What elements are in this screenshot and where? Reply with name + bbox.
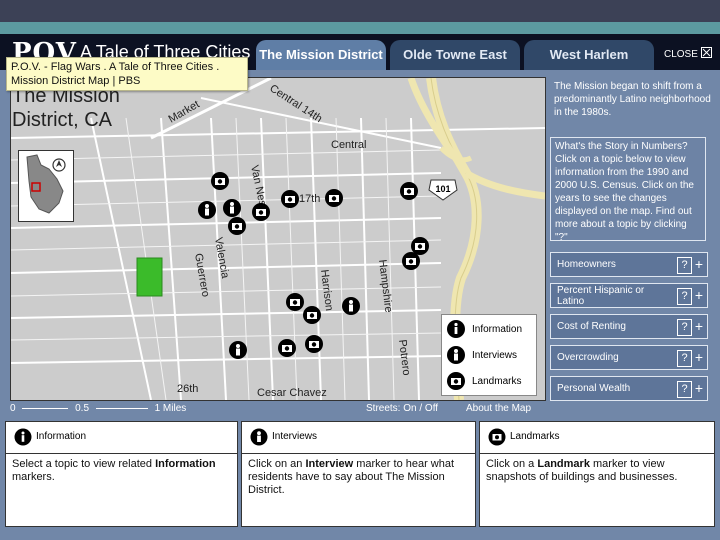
info-icon <box>14 428 32 446</box>
camera-icon[interactable] <box>411 237 429 255</box>
close-label: CLOSE <box>664 49 698 60</box>
topic-label: Homeowners <box>557 259 616 270</box>
camera-icon[interactable] <box>281 190 299 208</box>
browser-tooltip: P.O.V. - Flag Wars . A Tale of Three Cit… <box>6 57 248 91</box>
street-label-cesar-chavez: Cesar Chavez <box>257 387 327 399</box>
person-icon <box>447 346 465 364</box>
map-scale-bar: 0 0.5 1 Miles <box>10 403 186 414</box>
tab-west-harlem[interactable]: West Harlem <box>524 40 654 70</box>
browser-top-bar <box>0 0 720 22</box>
panel-interviews: Interviews Click on an Interview marker … <box>241 421 476 527</box>
person-icon[interactable] <box>342 297 360 315</box>
help-button[interactable]: ? <box>677 350 692 367</box>
close-button[interactable]: CLOSE <box>664 46 714 62</box>
street-label-harrison: Harrison <box>318 269 335 312</box>
camera-icon <box>447 372 465 390</box>
camera-icon[interactable] <box>228 217 246 235</box>
streets-toggle[interactable]: Streets: On / Off <box>366 403 438 414</box>
camera-icon[interactable] <box>400 182 418 200</box>
topic-label: Percent Hispanic or Latino <box>557 285 645 307</box>
panel-description: Click on an Interview marker to hear wha… <box>248 458 455 496</box>
camera-icon[interactable] <box>303 306 321 324</box>
street-label-26th: 26th <box>177 383 198 395</box>
panel-description: Select a topic to view related Informati… <box>12 458 216 483</box>
panel-landmarks: Landmarks Click on a Landmark marker to … <box>479 421 715 527</box>
map-title-line-2: District, CA <box>12 109 112 131</box>
story-in-numbers-box: What's the Story in Numbers? Click on a … <box>550 137 706 243</box>
expand-button[interactable]: + <box>693 256 705 272</box>
person-icon[interactable] <box>223 199 241 217</box>
street-label-central: Central <box>331 139 366 151</box>
panel-header: Information <box>6 422 237 454</box>
svg-text:101: 101 <box>435 184 450 194</box>
street-label-potrero: Potrero <box>396 339 412 376</box>
topic-overcrowding[interactable]: Overcrowding ? + <box>550 345 708 370</box>
expand-button[interactable]: + <box>693 287 705 303</box>
topic-personal-wealth[interactable]: Personal Wealth ? + <box>550 376 708 401</box>
help-button[interactable]: ? <box>677 319 692 336</box>
about-the-map-link[interactable]: About the Map <box>466 403 531 414</box>
tab-olde-towne-east[interactable]: Olde Towne East <box>390 40 520 70</box>
panel-title: Landmarks <box>510 431 560 442</box>
panel-title: Information <box>36 431 87 442</box>
map-legend: Information Interviews Landmarks <box>441 314 537 396</box>
legend-label-information: Information <box>472 324 523 335</box>
scale-half: 0.5 <box>75 403 90 414</box>
legend-label-landmarks: Landmarks <box>472 376 522 387</box>
camera-icon[interactable] <box>278 339 296 357</box>
street-label-hampshire: Hampshire <box>376 259 394 313</box>
close-icon <box>700 47 712 58</box>
camera-icon <box>488 428 506 446</box>
panel-header: Landmarks <box>480 422 714 454</box>
person-icon <box>250 428 268 446</box>
panel-title: Interviews <box>272 431 318 442</box>
dolores-park <box>136 257 163 297</box>
topic-label: Personal Wealth <box>557 383 631 394</box>
sidebar-intro: The Mission began to shift from a predom… <box>554 81 711 118</box>
topic-label: Cost of Renting <box>557 321 626 332</box>
person-icon[interactable] <box>229 341 247 359</box>
map-title: The Mission District, CA <box>12 84 120 132</box>
street-label-17th: 17th <box>299 193 320 205</box>
legend-label-interviews: Interviews <box>472 350 518 361</box>
scale-one-mile: 1 Miles <box>154 403 187 414</box>
camera-icon[interactable] <box>325 189 343 207</box>
expand-button[interactable]: + <box>693 318 705 334</box>
scale-line <box>22 407 69 409</box>
highway-101-shield: 101 <box>428 179 458 201</box>
street-label-guerrero: Guerrero <box>192 252 211 297</box>
topic-percent-hispanic[interactable]: Percent Hispanic or Latino ? + <box>550 283 708 308</box>
camera-icon[interactable] <box>286 293 304 311</box>
locator-inset-map <box>18 150 74 222</box>
help-button[interactable]: ? <box>677 381 692 398</box>
person-icon[interactable] <box>198 201 216 219</box>
camera-icon[interactable] <box>305 335 323 353</box>
panel-information: Information Select a topic to view relat… <box>5 421 238 527</box>
expand-button[interactable]: + <box>693 380 705 396</box>
help-button[interactable]: ? <box>677 288 692 305</box>
camera-icon[interactable] <box>252 203 270 221</box>
tooltip-line-1: P.O.V. - Flag Wars . A Tale of Three Cit… <box>11 61 220 73</box>
topic-homeowners[interactable]: Homeowners ? + <box>550 252 708 277</box>
help-button[interactable]: ? <box>677 257 692 274</box>
panel-description: Click on a Landmark marker to view snaps… <box>486 458 678 483</box>
panel-header: Interviews <box>242 422 475 454</box>
scale-line <box>95 407 148 409</box>
camera-icon[interactable] <box>402 252 420 270</box>
tab-mission-district[interactable]: The Mission District <box>256 40 386 70</box>
topic-label: Overcrowding <box>557 352 619 363</box>
tooltip-line-2: Mission District Map | PBS <box>11 75 141 87</box>
topic-cost-of-renting[interactable]: Cost of Renting ? + <box>550 314 708 339</box>
info-icon <box>447 320 465 338</box>
street-label-valencia: Valencia <box>212 236 231 280</box>
camera-icon[interactable] <box>211 172 229 190</box>
scale-zero: 0 <box>10 403 16 414</box>
expand-button[interactable]: + <box>693 349 705 365</box>
browser-accent-stripe <box>0 22 720 34</box>
